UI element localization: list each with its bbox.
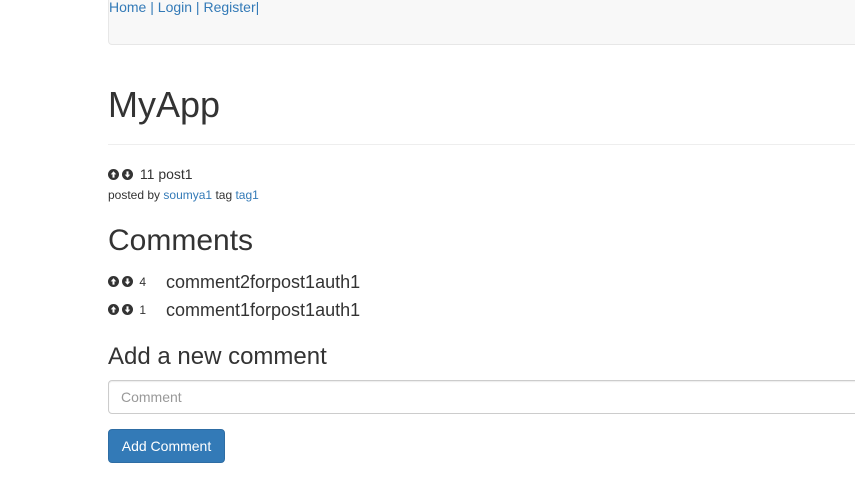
posted-by-label: posted by — [108, 188, 161, 202]
downvote-icon[interactable] — [122, 169, 133, 180]
nav-home-link[interactable]: Home — [109, 0, 146, 15]
nav-links: Home | Login | Register| — [109, 0, 259, 15]
nav-separator: | — [192, 0, 204, 15]
downvote-icon[interactable] — [122, 276, 133, 287]
downvote-icon[interactable] — [122, 304, 133, 315]
nav-register-link[interactable]: Register — [203, 0, 255, 15]
upvote-icon[interactable] — [108, 304, 119, 315]
comment-input[interactable] — [108, 380, 855, 414]
page-title: MyApp — [108, 84, 221, 125]
comment-votes: 4 — [108, 275, 166, 289]
comments-heading: Comments — [108, 224, 254, 257]
post-line: 11 post1 — [108, 166, 193, 183]
nav-separator: | — [146, 0, 158, 15]
upvote-icon[interactable] — [108, 169, 119, 180]
comment-item: 1 comment1forpost1auth1 — [108, 299, 360, 321]
upvote-icon[interactable] — [108, 276, 119, 287]
post-score: 11 — [139, 166, 155, 182]
post-title: post1 — [158, 166, 193, 182]
comment-score: 1 — [139, 303, 147, 317]
nav-trailing-separator: | — [255, 0, 260, 15]
navbar: Home | Login | Register| — [108, 0, 855, 45]
comment-votes: 1 — [108, 303, 166, 317]
comment-text: comment2forpost1auth1 — [166, 272, 361, 292]
add-comment-heading: Add a new comment — [108, 343, 327, 370]
add-comment-button[interactable]: Add Comment — [108, 429, 225, 463]
comment-text: comment1forpost1auth1 — [166, 300, 361, 320]
nav-login-link[interactable]: Login — [158, 0, 192, 15]
post-tag-link[interactable]: tag1 — [235, 188, 258, 202]
tag-label: tag — [215, 188, 233, 202]
comment-item: 4 comment2forpost1auth1 — [108, 271, 360, 293]
comment-score: 4 — [139, 275, 147, 289]
post-meta: posted by soumya1 tag tag1 — [108, 188, 259, 203]
title-divider — [108, 144, 855, 145]
post-author-link[interactable]: soumya1 — [163, 188, 212, 202]
